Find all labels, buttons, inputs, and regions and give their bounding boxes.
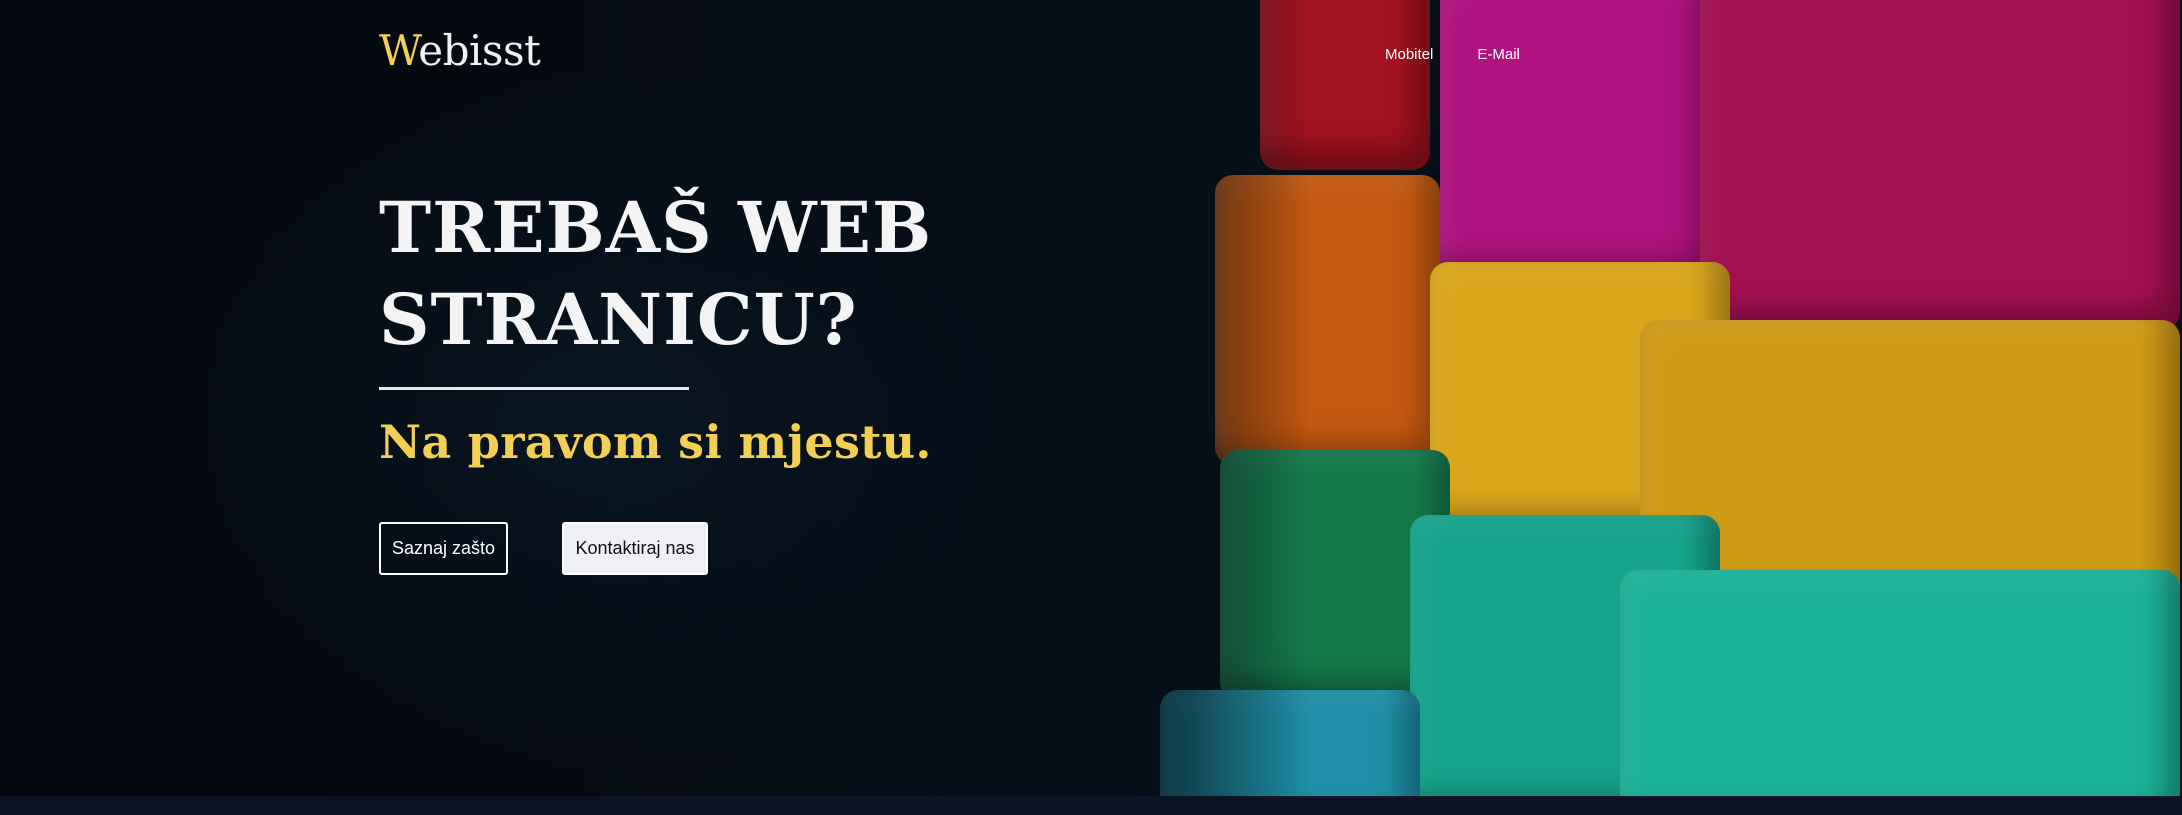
- site-logo[interactable]: Webisst: [379, 26, 541, 75]
- top-nav: Mobitel E-Mail: [1385, 46, 1520, 63]
- nav-link-mobitel[interactable]: Mobitel: [1385, 46, 1433, 63]
- hero-subheadline: Na pravom si mjestu.: [379, 415, 932, 469]
- logo-initial: W: [379, 26, 419, 75]
- headline-line-2: STRANICU?: [379, 278, 858, 361]
- hero-section: Webisst Mobitel E-Mail TREBAŠ WEB STRANI…: [0, 0, 2182, 796]
- next-section-edge: [0, 796, 2182, 815]
- logo-text: ebisst: [418, 26, 541, 75]
- image-fade: [1050, 0, 1310, 796]
- contact-us-button[interactable]: Kontaktiraj nas: [562, 522, 708, 575]
- headline-line-1: TREBAŠ WEB: [379, 186, 933, 269]
- nav-link-email[interactable]: E-Mail: [1477, 46, 1520, 63]
- learn-why-button[interactable]: Saznaj zašto: [379, 522, 508, 575]
- hero-headline: TREBAŠ WEB STRANICU?: [379, 182, 979, 366]
- headline-divider: [379, 387, 689, 390]
